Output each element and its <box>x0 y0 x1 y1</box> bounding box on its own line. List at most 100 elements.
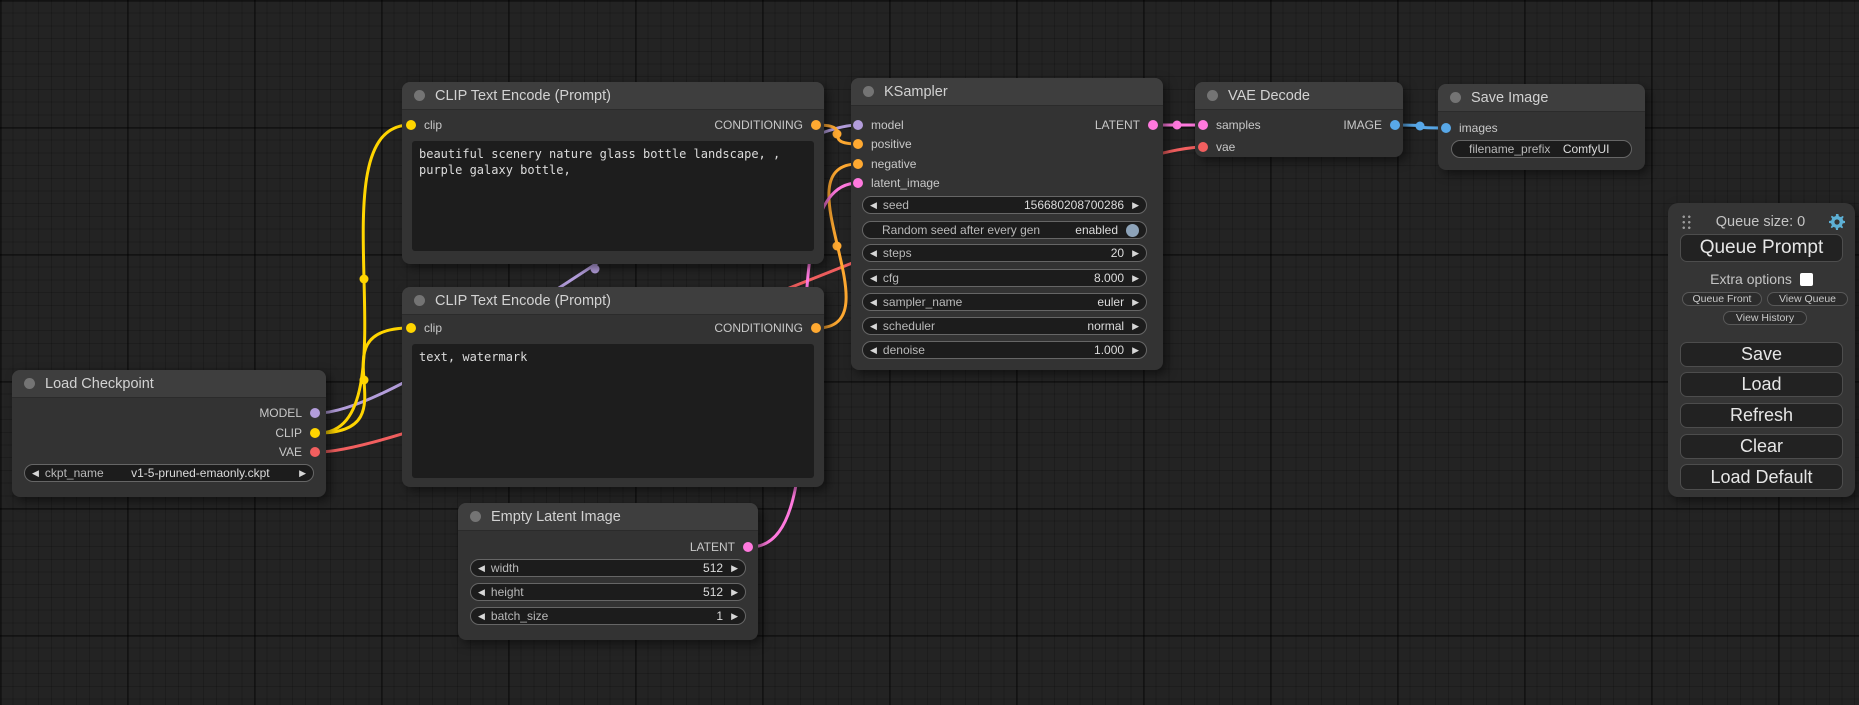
node-vae-decode[interactable]: VAE Decode samples vae IMAGE <box>1195 82 1403 157</box>
input-slot-vae[interactable]: vae <box>1198 137 1235 157</box>
queue-prompt-button[interactable]: Queue Prompt <box>1680 234 1843 262</box>
input-slot-clip[interactable]: clip <box>406 318 442 338</box>
node-title-bar[interactable]: VAE Decode <box>1195 82 1403 110</box>
output-dot-vae[interactable] <box>310 447 320 457</box>
decrement-arrow-icon[interactable]: ◀ <box>870 249 877 258</box>
height-widget[interactable]: ◀ height 512 ▶ <box>470 583 746 601</box>
node-clip-text-encode-positive[interactable]: CLIP Text Encode (Prompt) clip CONDITION… <box>402 82 824 264</box>
sampler-name-widget[interactable]: ◀ sampler_name euler ▶ <box>862 293 1147 311</box>
refresh-button[interactable]: Refresh <box>1680 403 1843 428</box>
decrement-arrow-icon[interactable]: ◀ <box>870 298 877 307</box>
decrement-arrow-icon[interactable]: ◀ <box>478 564 485 573</box>
input-slot-latent-image[interactable]: latent_image <box>853 173 940 193</box>
increment-arrow-icon[interactable]: ▶ <box>1132 274 1139 283</box>
view-queue-button[interactable]: View Queue <box>1767 292 1848 306</box>
collapse-dot[interactable] <box>470 511 481 522</box>
input-slot-negative[interactable]: negative <box>853 154 916 174</box>
comfyui-canvas[interactable]: { "colors": { "model": "#b39ddb", "clip"… <box>0 0 1859 705</box>
input-slot-model[interactable]: model <box>853 115 904 135</box>
node-empty-latent-image[interactable]: Empty Latent Image LATENT ◀ width 512 ▶ … <box>458 503 758 640</box>
batch-size-widget[interactable]: ◀ batch_size 1 ▶ <box>470 607 746 625</box>
collapse-dot[interactable] <box>414 90 425 101</box>
output-slot-model[interactable]: MODEL <box>259 403 320 423</box>
clear-button[interactable]: Clear <box>1680 434 1843 459</box>
collapse-dot[interactable] <box>863 86 874 97</box>
collapse-dot[interactable] <box>1207 90 1218 101</box>
view-history-button[interactable]: View History <box>1723 311 1807 325</box>
input-slot-clip[interactable]: clip <box>406 115 442 135</box>
output-slot-clip[interactable]: CLIP <box>275 423 320 443</box>
input-dot-model[interactable] <box>853 120 863 130</box>
scheduler-widget[interactable]: ◀ scheduler normal ▶ <box>862 317 1147 335</box>
increment-arrow-icon[interactable]: ▶ <box>1132 298 1139 307</box>
input-dot-clip[interactable] <box>406 323 416 333</box>
node-title-bar[interactable]: Empty Latent Image <box>458 503 758 531</box>
input-dot-images[interactable] <box>1441 123 1451 133</box>
node-title-bar[interactable]: CLIP Text Encode (Prompt) <box>402 287 824 315</box>
increment-arrow-icon[interactable]: ▶ <box>731 612 738 621</box>
decrement-arrow-icon[interactable]: ◀ <box>478 588 485 597</box>
output-dot-conditioning[interactable] <box>811 120 821 130</box>
collapse-dot[interactable] <box>1450 92 1461 103</box>
decrement-arrow-icon[interactable]: ◀ <box>478 612 485 621</box>
input-dot-latent-image[interactable] <box>853 178 863 188</box>
extra-options-checkbox[interactable] <box>1800 273 1813 286</box>
increment-arrow-icon[interactable]: ▶ <box>1132 346 1139 355</box>
node-title-bar[interactable]: KSampler <box>851 78 1163 106</box>
output-slot-latent[interactable]: LATENT <box>1095 115 1158 135</box>
decrement-arrow-icon[interactable]: ◀ <box>32 469 39 478</box>
output-dot-latent[interactable] <box>1148 120 1158 130</box>
node-title-bar[interactable]: CLIP Text Encode (Prompt) <box>402 82 824 110</box>
node-ksampler[interactable]: KSampler model positive negative latent_… <box>851 78 1163 370</box>
queue-front-button[interactable]: Queue Front <box>1682 292 1762 306</box>
decrement-arrow-icon[interactable]: ◀ <box>870 274 877 283</box>
increment-arrow-icon[interactable]: ▶ <box>299 469 306 478</box>
node-clip-text-encode-negative[interactable]: CLIP Text Encode (Prompt) clip CONDITION… <box>402 287 824 487</box>
steps-widget[interactable]: ◀ steps 20 ▶ <box>862 244 1147 262</box>
decrement-arrow-icon[interactable]: ◀ <box>870 322 877 331</box>
increment-arrow-icon[interactable]: ▶ <box>731 588 738 597</box>
increment-arrow-icon[interactable]: ▶ <box>1132 201 1139 210</box>
output-dot-image[interactable] <box>1390 120 1400 130</box>
increment-arrow-icon[interactable]: ▶ <box>1132 249 1139 258</box>
input-dot-positive[interactable] <box>853 139 863 149</box>
output-dot-latent[interactable] <box>743 542 753 552</box>
input-slot-positive[interactable]: positive <box>853 134 912 154</box>
output-slot-latent[interactable]: LATENT <box>690 537 753 557</box>
input-slot-samples[interactable]: samples <box>1198 115 1261 135</box>
output-slot-conditioning[interactable]: CONDITIONING <box>714 318 821 338</box>
prompt-textarea[interactable]: beautiful scenery nature glass bottle la… <box>412 141 814 251</box>
toggle-knob[interactable] <box>1126 224 1139 237</box>
denoise-widget[interactable]: ◀ denoise 1.000 ▶ <box>862 341 1147 359</box>
width-widget[interactable]: ◀ width 512 ▶ <box>470 559 746 577</box>
settings-gear-icon[interactable] <box>1829 214 1845 230</box>
node-load-checkpoint[interactable]: Load Checkpoint MODEL CLIP VAE ◀ ckpt_na… <box>12 370 326 497</box>
node-title-bar[interactable]: Save Image <box>1438 84 1645 112</box>
input-dot-clip[interactable] <box>406 120 416 130</box>
output-dot-model[interactable] <box>310 408 320 418</box>
decrement-arrow-icon[interactable]: ◀ <box>870 346 877 355</box>
load-button[interactable]: Load <box>1680 372 1843 397</box>
save-button[interactable]: Save <box>1680 342 1843 367</box>
collapse-dot[interactable] <box>414 295 425 306</box>
cfg-widget[interactable]: ◀ cfg 8.000 ▶ <box>862 269 1147 287</box>
increment-arrow-icon[interactable]: ▶ <box>731 564 738 573</box>
input-dot-samples[interactable] <box>1198 120 1208 130</box>
load-default-button[interactable]: Load Default <box>1680 464 1843 490</box>
collapse-dot[interactable] <box>24 378 35 389</box>
random-seed-toggle-widget[interactable]: Random seed after every gen enabled <box>862 221 1147 239</box>
decrement-arrow-icon[interactable]: ◀ <box>870 201 877 210</box>
output-dot-clip[interactable] <box>310 428 320 438</box>
prompt-textarea[interactable]: text, watermark <box>412 344 814 478</box>
ckpt-name-widget[interactable]: ◀ ckpt_name v1-5-pruned-emaonly.ckpt ▶ <box>24 464 314 482</box>
filename-prefix-widget[interactable]: filename_prefix ComfyUI <box>1451 140 1632 158</box>
input-dot-vae[interactable] <box>1198 142 1208 152</box>
increment-arrow-icon[interactable]: ▶ <box>1132 322 1139 331</box>
output-slot-conditioning[interactable]: CONDITIONING <box>714 115 821 135</box>
output-slot-vae[interactable]: VAE <box>279 442 320 462</box>
input-slot-images[interactable]: images <box>1441 118 1498 138</box>
drag-handle-icon[interactable] <box>1681 214 1692 231</box>
input-dot-negative[interactable] <box>853 159 863 169</box>
output-slot-image[interactable]: IMAGE <box>1343 115 1400 135</box>
node-save-image[interactable]: Save Image images filename_prefix ComfyU… <box>1438 84 1645 170</box>
